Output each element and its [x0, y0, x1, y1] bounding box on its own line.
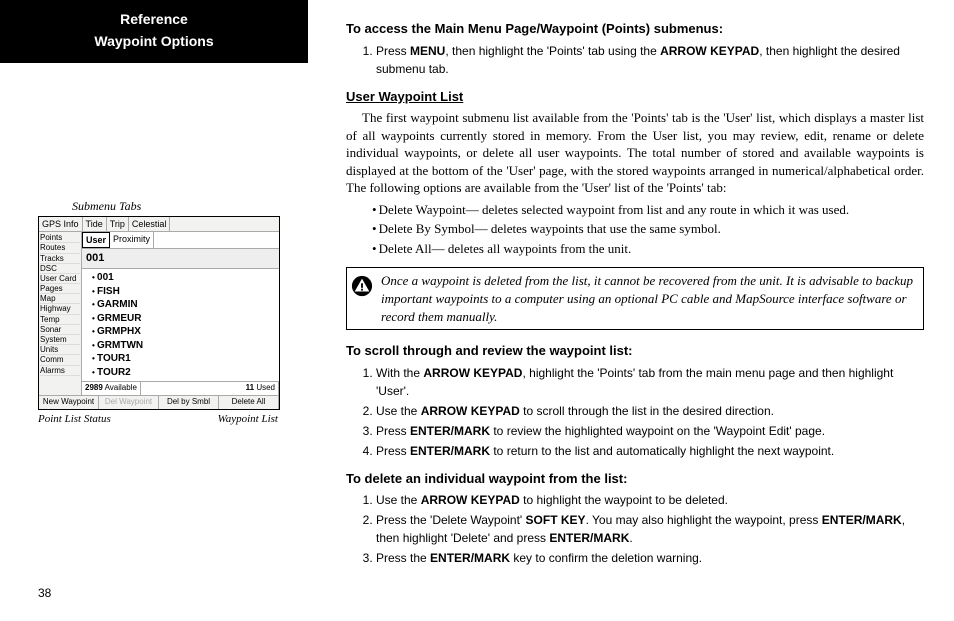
status-bar: 2989 Available 11 Used — [82, 381, 279, 395]
bullet-delete-all: Delete All— deletes all waypoints from t… — [346, 240, 924, 258]
warning-icon — [351, 275, 373, 297]
list-item: GRMTWN — [92, 339, 279, 353]
tab-proximity: Proximity — [110, 232, 154, 248]
list-item: TOUR2 — [92, 366, 279, 380]
list-item: GARMIN — [92, 298, 279, 312]
device-screenshot: GPS Info Tide Trip Celestial Points Rout… — [38, 216, 280, 410]
uwl-paragraph: The first waypoint submenu list availabl… — [346, 109, 924, 197]
step: Use the ARROW KEYPAD to highlight the wa… — [376, 491, 924, 509]
list-item: TOUR1 — [92, 352, 279, 366]
tab-trip: Trip — [107, 217, 129, 231]
bullet-delete-by-symbol: Delete By Symbol— deletes waypoints that… — [346, 220, 924, 238]
header-title: Reference — [0, 8, 308, 30]
tab-user: User — [82, 232, 110, 248]
warning-text: Once a waypoint is deleted from the list… — [381, 272, 915, 325]
step: Use the ARROW KEYPAD to scroll through t… — [376, 402, 924, 420]
step: With the ARROW KEYPAD, highlight the 'Po… — [376, 364, 924, 400]
sec1-title: To access the Main Menu Page/Waypoint (P… — [346, 20, 924, 38]
caption-waypoint-list: Waypoint List — [218, 412, 278, 427]
step: Press the ENTER/MARK key to confirm the … — [376, 549, 924, 567]
user-waypoint-list-heading: User Waypoint List — [346, 88, 924, 106]
step: Press ENTER/MARK to review the highlight… — [376, 422, 924, 440]
step: Press the 'Delete Waypoint' SOFT KEY. Yo… — [376, 511, 924, 547]
caption-point-list-status: Point List Status — [38, 412, 111, 427]
step: Press ENTER/MARK to return to the list a… — [376, 442, 924, 460]
softkey-delall: Delete All — [219, 396, 279, 409]
list-item: GRMEUR — [92, 312, 279, 326]
tab-celestial: Celestial — [129, 217, 171, 231]
waypoint-panel: User Proximity 001 001 FISH GARMIN GRMEU… — [82, 232, 279, 395]
submenu-tabs-caption: Submenu Tabs — [72, 198, 141, 214]
list-item: FISH — [92, 285, 279, 299]
top-tabs-row1: GPS Info Tide Trip Celestial — [39, 217, 279, 232]
header-subtitle: Waypoint Options — [0, 30, 308, 52]
sec3-title: To delete an individual waypoint from th… — [346, 470, 924, 488]
sec2-steps: With the ARROW KEYPAD, highlight the 'Po… — [346, 364, 924, 460]
softkey-del: Del Waypoint — [99, 396, 159, 409]
step: Press MENU, then highlight the 'Points' … — [376, 42, 924, 78]
tab-gpsinfo: GPS Info — [39, 217, 83, 231]
sec2-title: To scroll through and review the waypoin… — [346, 342, 924, 360]
warning-callout: Once a waypoint is deleted from the list… — [346, 267, 924, 330]
page-number: 38 — [38, 585, 51, 601]
list-item: GRMPHX — [92, 325, 279, 339]
bullet-delete-waypoint: Delete Waypoint— deletes selected waypoi… — [346, 201, 924, 219]
main-content: To access the Main Menu Page/Waypoint (P… — [308, 0, 954, 621]
section-header: Reference Waypoint Options — [0, 0, 308, 63]
softkey-new: New Waypoint — [39, 396, 99, 409]
sec3-steps: Use the ARROW KEYPAD to highlight the wa… — [346, 491, 924, 567]
tab-tide: Tide — [83, 217, 107, 231]
list-item: 001 — [92, 271, 279, 285]
sec1-steps: Press MENU, then highlight the 'Points' … — [346, 42, 924, 78]
soft-key-row: New Waypoint Del Waypoint Del by Smbl De… — [39, 395, 279, 409]
current-waypoint-num: 001 — [82, 249, 279, 269]
side-menu: Points Routes Tracks DSC User Card Pages… — [39, 232, 82, 395]
screenshot-captions: Point List Status Waypoint List — [38, 412, 278, 427]
waypoint-list: 001 FISH GARMIN GRMEUR GRMPHX GRMTWN TOU… — [82, 269, 279, 381]
softkey-delsymbol: Del by Smbl — [159, 396, 219, 409]
